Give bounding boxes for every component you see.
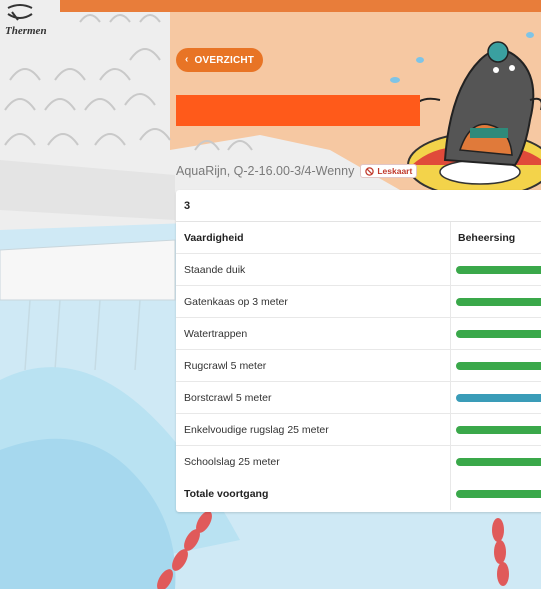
table-row: Gatenkaas op 3 meter	[176, 286, 541, 318]
column-header-skill: Vaardigheid	[184, 231, 244, 244]
skill-name: Enkelvoudige rugslag 25 meter	[184, 423, 329, 436]
skills-table: Vaardigheid Beheersing Staande duik Gaten…	[176, 222, 541, 510]
skill-name: Borstcrawl 5 meter	[184, 391, 272, 404]
mastery-bar	[456, 329, 541, 338]
overzicht-back-button[interactable]: ‹ OVERZICHT	[176, 48, 264, 72]
skill-name: Gatenkaas op 3 meter	[184, 295, 288, 308]
skill-name: Staande duik	[184, 263, 246, 276]
app-stage: Thermen ‹ OVERZICHT AquaRijn, Q-2-16.00-…	[0, 0, 541, 589]
mastery-bar	[456, 393, 541, 402]
total-progress-row: Totale voortgang	[176, 478, 541, 510]
table-row: Schoolslag 25 meter	[176, 446, 541, 478]
chevron-left-icon: ‹	[185, 54, 189, 65]
table-row: Staande duik	[176, 254, 541, 286]
redacted-student-name	[176, 95, 420, 126]
total-progress-bar	[456, 490, 541, 498]
skills-progress-card: 3 Vaardigheid Beheersing Staande duik Gat…	[176, 190, 541, 512]
skill-name: Watertrappen	[184, 327, 248, 340]
mastery-bar	[456, 361, 541, 370]
lesson-subtitle: AquaRijn, Q-2-16.00-3/4-Wenny Leskaart	[176, 164, 418, 178]
total-progress-label: Totale voortgang	[184, 488, 269, 500]
mastery-bar	[456, 425, 541, 434]
table-row: Rugcrawl 5 meter	[176, 350, 541, 382]
lesson-info-text: AquaRijn, Q-2-16.00-3/4-Wenny	[176, 164, 355, 178]
leskaart-badge[interactable]: Leskaart	[360, 164, 418, 178]
skill-name: Rugcrawl 5 meter	[184, 359, 267, 372]
table-header-row: Vaardigheid Beheersing	[176, 222, 541, 254]
logo-text: Thermen	[5, 25, 47, 37]
no-entry-icon	[365, 166, 375, 176]
mastery-bar	[456, 265, 541, 274]
leskaart-label: Leskaart	[377, 166, 413, 176]
table-row: Watertrappen	[176, 318, 541, 350]
table-row: Enkelvoudige rugslag 25 meter	[176, 414, 541, 446]
back-button-label: OVERZICHT	[194, 54, 255, 66]
mastery-bar	[456, 458, 541, 466]
column-header-mastery: Beheersing	[458, 231, 516, 244]
skill-name: Schoolslag 25 meter	[184, 456, 280, 468]
mastery-bar	[456, 297, 541, 306]
table-row: Borstcrawl 5 meter	[176, 382, 541, 414]
card-title: 3	[176, 190, 541, 222]
